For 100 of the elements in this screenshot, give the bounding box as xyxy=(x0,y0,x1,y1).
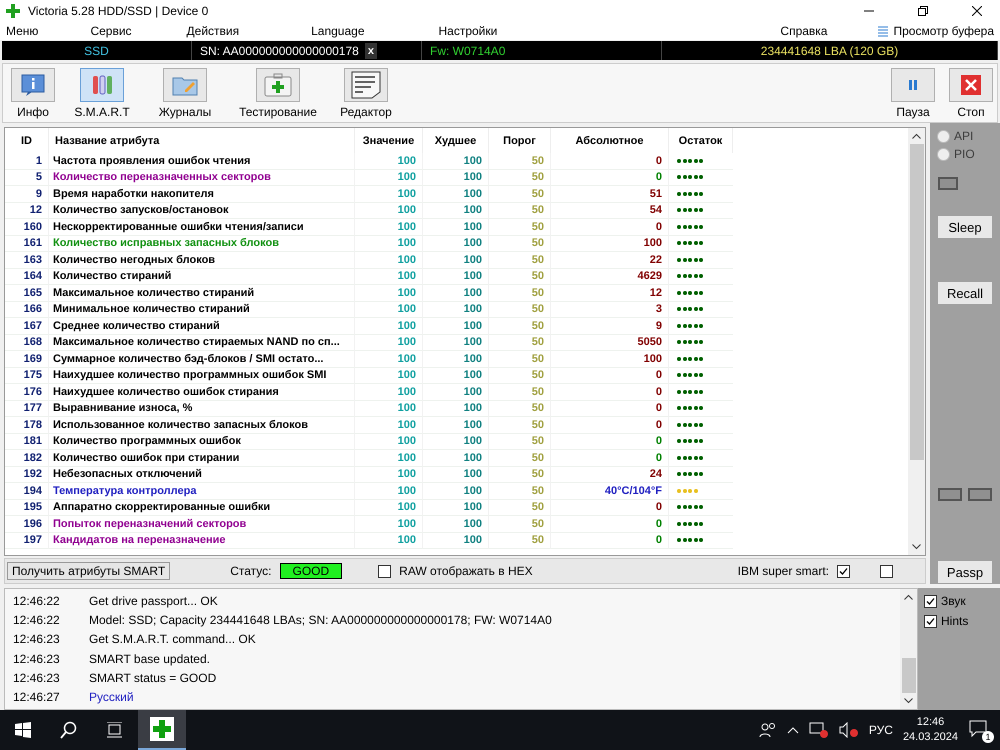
table-cell: 100 xyxy=(423,268,489,285)
menu-item[interactable]: Настройки xyxy=(438,24,498,38)
menu-item[interactable]: Справка xyxy=(780,24,828,38)
clear-button[interactable]: x xyxy=(364,42,377,58)
toolbar-button[interactable]: Инфо xyxy=(5,64,61,122)
chevron-up-icon[interactable] xyxy=(786,726,799,734)
table-cell: Температура контроллера xyxy=(49,483,355,500)
scroll-thumb[interactable] xyxy=(902,658,916,693)
table-cell: 50 xyxy=(489,302,551,318)
menu-item[interactable]: Действия xyxy=(186,24,240,38)
sleep-button[interactable]: Sleep xyxy=(938,216,992,238)
language-indicator[interactable]: РУС xyxy=(868,723,893,737)
scrollbar[interactable] xyxy=(900,589,917,709)
get-smart-button[interactable]: Получить атрибуты SMART xyxy=(7,562,170,580)
taskbar-app-button[interactable] xyxy=(138,710,186,750)
table-cell: 100 xyxy=(423,532,489,549)
toolbar-button[interactable]: Тестирование xyxy=(227,64,329,122)
table-cell: 100 xyxy=(423,500,489,516)
log-time: 12:46:22 xyxy=(13,594,61,608)
table-cell: 100 xyxy=(423,186,489,202)
toolbar-button[interactable]: Журналы xyxy=(143,64,227,122)
table-cell: Минимальное количество стираний xyxy=(49,302,355,318)
column-header[interactable]: Порог xyxy=(489,128,551,153)
table-cell: 54 xyxy=(551,202,669,219)
menu-item[interactable]: Сервис xyxy=(90,24,132,38)
table-cell: 0 xyxy=(551,153,669,170)
table-cell: 100 xyxy=(423,202,489,219)
recall-button[interactable]: Recall xyxy=(938,282,992,304)
table-cell: 100 xyxy=(423,318,489,334)
table-cell: 100 xyxy=(423,334,489,351)
table-cell: 165 xyxy=(5,285,49,302)
table-cell: Кандидатов на переназначение xyxy=(49,532,355,549)
table-cell: Количество негодных блоков xyxy=(49,252,355,268)
table-cell: 50 xyxy=(489,450,551,466)
table-cell: 3 xyxy=(551,302,669,318)
table-cell: Частота проявления ошибок чтения xyxy=(49,153,355,170)
table-cell: 178 xyxy=(5,417,49,434)
table-cell: Выравнивание износа, % xyxy=(49,400,355,417)
table-cell: 100 xyxy=(355,318,423,334)
table-cell: 100 xyxy=(423,219,489,236)
table-cell: Использованное количество запасных блоков xyxy=(49,417,355,434)
caret-down-icon xyxy=(912,544,921,550)
checkbox-label: Hints xyxy=(941,614,968,628)
toolbar-button[interactable]: S.M.A.R.T xyxy=(61,64,143,122)
log-time: 12:46:23 xyxy=(13,670,61,685)
network-error-icon[interactable] xyxy=(808,722,829,738)
column-header[interactable]: Название атрибута xyxy=(49,128,355,153)
scrollbar[interactable] xyxy=(908,128,925,556)
log-time: 12:46:23 xyxy=(13,652,61,666)
table-cell: Время наработки накопителя xyxy=(49,186,355,202)
table-cell: 100 xyxy=(355,384,423,400)
cross-icon xyxy=(150,717,174,741)
table-cell: 100 xyxy=(355,153,423,170)
table-cell: 100 xyxy=(355,516,423,532)
table-cell: 100 xyxy=(423,252,489,268)
column-header[interactable]: Абсолютное xyxy=(551,128,669,153)
column-header[interactable]: Остаток xyxy=(669,128,733,153)
checkbox[interactable] xyxy=(924,614,937,628)
column-header[interactable]: ID xyxy=(5,128,49,153)
table-cell: 50 xyxy=(489,500,551,516)
table-cell: 50 xyxy=(489,219,551,236)
column-header[interactable]: Худшее xyxy=(423,128,489,153)
table-cell: 195 xyxy=(5,500,49,516)
table-cell: 0 xyxy=(551,170,669,186)
toolbar-button[interactable]: Редактор xyxy=(329,64,403,122)
menu-item[interactable]: Просмотр буфера xyxy=(893,24,994,38)
table-cell: Максимальное количество стираемых NAND по сп... xyxy=(49,334,355,351)
checkbox[interactable] xyxy=(378,564,392,578)
checkbox[interactable] xyxy=(837,564,850,578)
table-cell: 160 xyxy=(5,219,49,236)
menu-item[interactable]: Меню xyxy=(6,24,38,38)
log-message: Get S.M.A.R.T. command... OK xyxy=(89,632,256,646)
scroll-thumb[interactable] xyxy=(910,144,924,460)
table-cell: 50 xyxy=(489,434,551,450)
table-cell: 50 xyxy=(489,186,551,202)
passport-button[interactable]: Passp xyxy=(938,561,992,583)
table-cell: 100 xyxy=(355,302,423,318)
table-cell: 100 xyxy=(423,153,489,170)
table-cell: 100 xyxy=(423,285,489,302)
table-cell: 100 xyxy=(355,466,423,483)
menu-item[interactable]: Language xyxy=(311,24,364,38)
table-cell: 1 xyxy=(5,153,49,170)
info-icon xyxy=(20,73,46,97)
table-cell: Наихудшее количество ошибок стирания xyxy=(49,384,355,400)
table-cell: 50 xyxy=(489,368,551,384)
table-cell: 100 xyxy=(551,236,669,252)
log-message: Get drive passport... OK xyxy=(89,594,218,608)
checkbox[interactable] xyxy=(924,594,937,608)
clock[interactable]: 12:46 24.03.2024 xyxy=(902,715,958,745)
close-icon xyxy=(960,74,982,96)
people-icon[interactable] xyxy=(758,722,777,738)
table-cell: 177 xyxy=(5,400,49,417)
column-header[interactable]: Значение xyxy=(355,128,423,153)
table-cell: 100 xyxy=(355,368,423,384)
checkbox[interactable] xyxy=(880,564,893,578)
volume-muted-icon[interactable] xyxy=(838,722,859,738)
table-cell: 5 xyxy=(5,170,49,186)
notifications-button[interactable]: 1 xyxy=(968,718,992,742)
table-cell: 50 xyxy=(489,351,551,368)
table-cell: 100 xyxy=(355,285,423,302)
